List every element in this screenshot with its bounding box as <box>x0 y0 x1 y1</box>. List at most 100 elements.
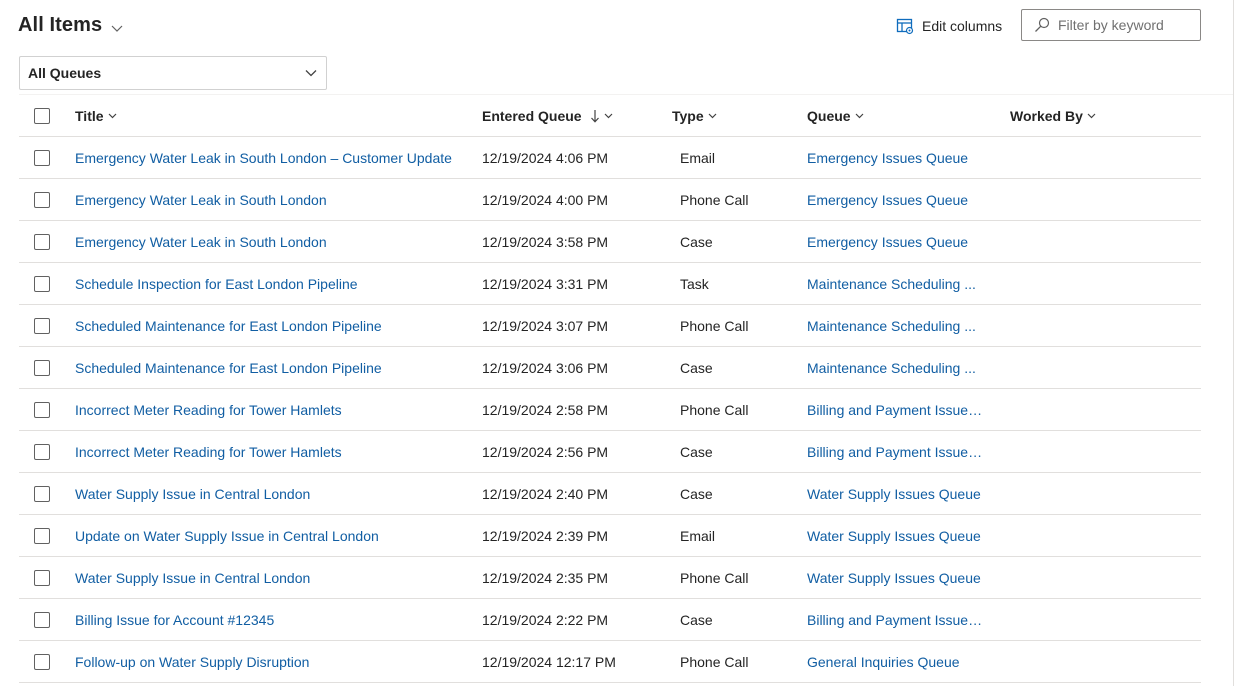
queue-link[interactable]: Water Supply Issues Queue <box>807 528 981 544</box>
queue-link[interactable]: Billing and Payment Issues... <box>807 402 983 418</box>
chevron-down-icon <box>108 113 116 119</box>
queue-link[interactable]: Emergency Issues Queue <box>807 192 968 208</box>
row-checkbox[interactable] <box>34 443 50 460</box>
filter-keyword-input[interactable] <box>1058 17 1188 33</box>
row-checkbox[interactable] <box>34 149 50 166</box>
row-checkbox[interactable] <box>34 653 50 670</box>
type-cell: Phone Call <box>680 653 749 670</box>
table-row[interactable]: Update on Water Supply Issue in Central … <box>19 515 1201 557</box>
entered-queue-cell: 12/19/2024 4:06 PM <box>482 149 609 166</box>
item-title-link[interactable]: Emergency Water Leak in South London – C… <box>75 150 452 166</box>
table-row[interactable]: Water Supply Issue in Central London 12/… <box>19 473 1201 515</box>
column-header-label: Type <box>672 107 704 124</box>
type-cell: Phone Call <box>680 401 749 418</box>
table-row[interactable]: Follow-up on Water Supply Disruption 12/… <box>19 641 1201 683</box>
table-row[interactable]: Emergency Water Leak in South London 12/… <box>19 179 1201 221</box>
view-selector[interactable]: All Items <box>18 14 124 37</box>
queue-link[interactable]: Maintenance Scheduling ... <box>807 318 976 334</box>
type-cell: Phone Call <box>680 191 749 208</box>
item-title-link[interactable]: Incorrect Meter Reading for Tower Hamlet… <box>75 444 342 460</box>
table-row[interactable]: Billing Issue for Account #12345 12/19/2… <box>19 599 1201 641</box>
edit-columns-icon <box>896 18 914 35</box>
queue-filter-value: All Queues <box>28 65 102 81</box>
edit-columns-button[interactable]: Edit columns <box>896 17 1002 35</box>
entered-queue-cell: 12/19/2024 3:07 PM <box>482 317 609 334</box>
row-checkbox[interactable] <box>34 611 50 628</box>
item-title-link[interactable]: Emergency Water Leak in South London <box>75 234 327 250</box>
table-row[interactable]: Incorrect Meter Reading for Tower Hamlet… <box>19 431 1201 473</box>
type-cell: Case <box>680 611 713 628</box>
item-title-link[interactable]: Incorrect Meter Reading for Tower Hamlet… <box>75 402 342 418</box>
item-title-link[interactable]: Scheduled Maintenance for East London Pi… <box>75 360 382 376</box>
type-cell: Case <box>680 443 713 460</box>
item-title-link[interactable]: Update on Water Supply Issue in Central … <box>75 528 379 544</box>
row-checkbox[interactable] <box>34 317 50 334</box>
pane-divider <box>1233 0 1234 686</box>
row-checkbox[interactable] <box>34 191 50 208</box>
column-header-label: Worked By <box>1010 107 1083 124</box>
entered-queue-cell: 12/19/2024 2:39 PM <box>482 527 609 544</box>
item-title-link[interactable]: Schedule Inspection for East London Pipe… <box>75 276 358 292</box>
row-checkbox[interactable] <box>34 233 50 250</box>
items-grid: Title Entered Queue Type Queue Worked By… <box>19 95 1201 683</box>
table-row[interactable]: Water Supply Issue in Central London 12/… <box>19 557 1201 599</box>
queue-link[interactable]: Water Supply Issues Queue <box>807 570 981 586</box>
edit-columns-label: Edit columns <box>922 18 1003 34</box>
entered-queue-cell: 12/19/2024 3:31 PM <box>482 275 609 292</box>
type-cell: Task <box>680 275 709 292</box>
row-checkbox[interactable] <box>34 401 50 418</box>
row-checkbox[interactable] <box>34 485 50 502</box>
item-title-link[interactable]: Billing Issue for Account #12345 <box>75 612 274 628</box>
row-checkbox[interactable] <box>34 359 50 376</box>
queue-link[interactable]: Maintenance Scheduling ... <box>807 276 976 292</box>
entered-queue-cell: 12/19/2024 3:58 PM <box>482 233 609 250</box>
column-header-label: Entered Queue <box>482 107 582 124</box>
type-cell: Email <box>680 149 716 166</box>
entered-queue-cell: 12/19/2024 4:00 PM <box>482 191 609 208</box>
table-row[interactable]: Scheduled Maintenance for East London Pi… <box>19 305 1201 347</box>
sort-descending-icon <box>590 109 599 123</box>
table-row[interactable]: Schedule Inspection for East London Pipe… <box>19 263 1201 305</box>
queue-link[interactable]: Maintenance Scheduling ... <box>807 360 976 376</box>
chevron-down-icon <box>1087 113 1096 119</box>
column-header-worked-by[interactable]: Worked By <box>1010 108 1096 124</box>
type-cell: Email <box>680 527 716 544</box>
type-cell: Case <box>680 485 713 502</box>
row-checkbox[interactable] <box>34 527 50 544</box>
queue-link[interactable]: Emergency Issues Queue <box>807 234 968 250</box>
row-checkbox[interactable] <box>34 569 50 586</box>
entered-queue-cell: 12/19/2024 2:56 PM <box>482 443 609 460</box>
type-cell: Case <box>680 233 713 250</box>
chevron-down-icon <box>305 70 317 77</box>
search-icon <box>1035 17 1050 32</box>
queue-filter-dropdown[interactable]: All Queues <box>19 56 327 90</box>
column-header-entered-queue[interactable]: Entered Queue <box>482 108 613 124</box>
item-title-link[interactable]: Emergency Water Leak in South London <box>75 192 327 208</box>
column-header-label: Title <box>75 107 104 124</box>
type-cell: Case <box>680 359 713 376</box>
queue-link[interactable]: General Inquiries Queue <box>807 654 960 670</box>
queue-link[interactable]: Emergency Issues Queue <box>807 150 968 166</box>
entered-queue-cell: 12/19/2024 2:40 PM <box>482 485 609 502</box>
select-all-checkbox[interactable] <box>34 107 50 124</box>
filter-keyword-field[interactable] <box>1021 9 1201 41</box>
column-header-type[interactable]: Type <box>672 108 717 124</box>
item-title-link[interactable]: Follow-up on Water Supply Disruption <box>75 654 309 670</box>
table-row[interactable]: Emergency Water Leak in South London 12/… <box>19 221 1201 263</box>
table-row[interactable]: Incorrect Meter Reading for Tower Hamlet… <box>19 389 1201 431</box>
column-header-queue[interactable]: Queue <box>807 108 864 124</box>
item-title-link[interactable]: Water Supply Issue in Central London <box>75 486 310 502</box>
queue-link[interactable]: Billing and Payment Issues... <box>807 612 983 628</box>
table-row[interactable]: Scheduled Maintenance for East London Pi… <box>19 347 1201 389</box>
queue-link[interactable]: Billing and Payment Issues... <box>807 444 983 460</box>
row-checkbox[interactable] <box>34 275 50 292</box>
column-header-title[interactable]: Title <box>75 108 117 124</box>
view-title: All Items <box>18 14 103 36</box>
grid-header-row: Title Entered Queue Type Queue Worked By <box>19 95 1201 137</box>
chevron-down-icon <box>604 113 613 119</box>
queue-link[interactable]: Water Supply Issues Queue <box>807 486 981 502</box>
item-title-link[interactable]: Water Supply Issue in Central London <box>75 570 310 586</box>
table-row[interactable]: Emergency Water Leak in South London – C… <box>19 137 1201 179</box>
item-title-link[interactable]: Scheduled Maintenance for East London Pi… <box>75 318 382 334</box>
entered-queue-cell: 12/19/2024 2:58 PM <box>482 401 609 418</box>
